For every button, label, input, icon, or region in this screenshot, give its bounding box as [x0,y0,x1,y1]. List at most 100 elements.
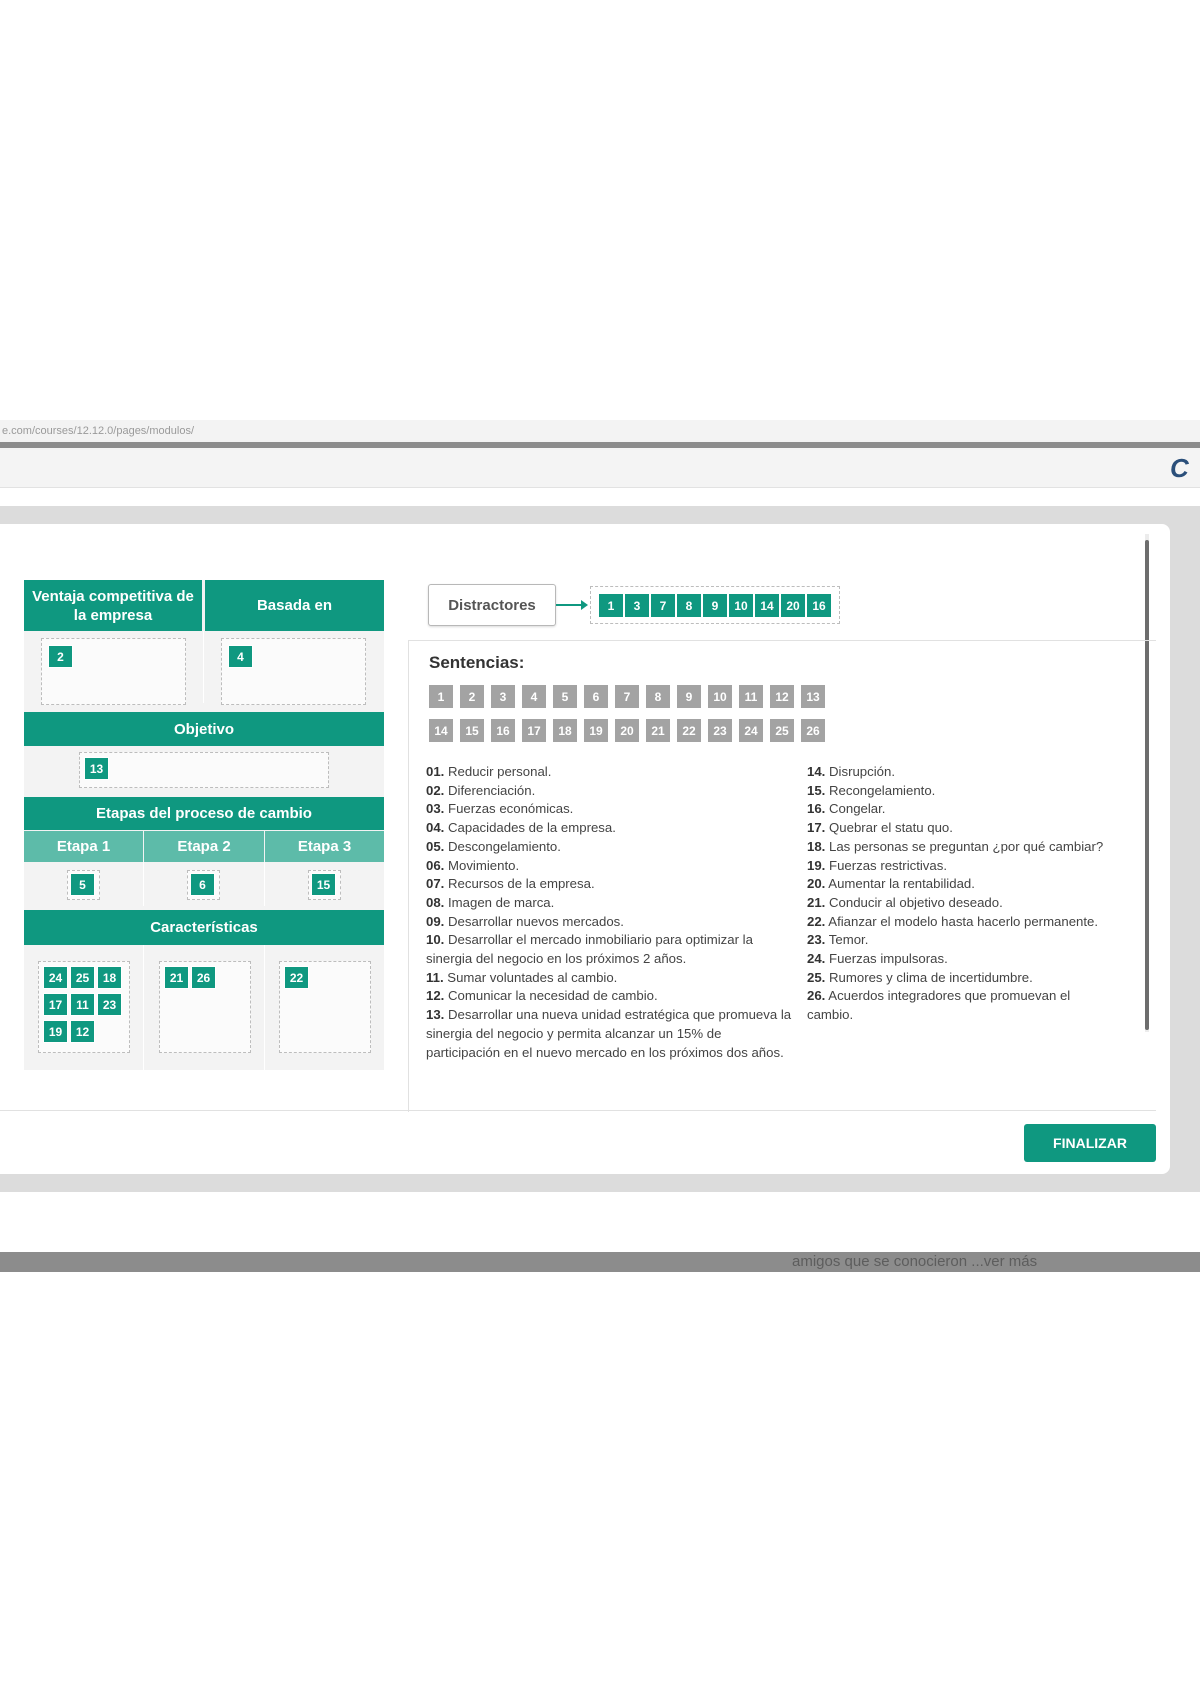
list-item: 15. Recongelamiento. [807,782,936,798]
distractor-chip[interactable]: 10 [729,594,753,617]
sentence-list-right: 14. Disrupción. 15. Recongelamiento. 16.… [807,763,1117,1025]
placed-chip[interactable]: 24 [43,966,68,989]
placed-chip[interactable]: 25 [70,966,95,989]
sentence-chip[interactable]: 14 [429,719,453,742]
sentence-chip[interactable]: 3 [491,685,515,708]
list-item: 25. Rumores y clima de incertidumbre. [807,969,1033,985]
sentence-chip[interactable]: 20 [615,719,639,742]
sentence-chip[interactable]: 6 [584,685,608,708]
sentence-chip[interactable]: 13 [801,685,825,708]
placed-chip[interactable]: 11 [70,993,95,1016]
list-item: 11. Sumar voluntades al cambio. [426,969,618,985]
dropzone-stage-3[interactable]: 15 [308,870,341,900]
column-separator [143,862,144,906]
distractor-chip[interactable]: 7 [651,594,675,617]
dropzone-based-on[interactable]: 4 [221,638,366,705]
background-page-strip: amigos que se conocieron ...ver más [0,1252,1200,1272]
sentence-chip[interactable]: 18 [553,719,577,742]
sentence-chip[interactable]: 24 [739,719,763,742]
placed-chip[interactable]: 22 [284,966,309,989]
sentence-chip[interactable]: 9 [677,685,701,708]
list-item: 26. Acuerdos integradores que promuevan … [807,988,1071,1023]
dropzone-stage-2[interactable]: 6 [187,870,220,900]
distractor-chip[interactable]: 3 [625,594,649,617]
list-item: 10. Desarrollar el mercado inmobiliario … [426,932,753,967]
header-objective: Objetivo [24,712,384,746]
dropzone-competitive-advantage[interactable]: 2 [41,638,186,705]
distractor-chip[interactable]: 16 [807,594,831,617]
list-item: 09. Desarrollar nuevos mercados. [426,913,624,929]
list-item: 07. Recursos de la empresa. [426,876,595,892]
placed-chip[interactable]: 6 [190,873,215,896]
distractor-chip[interactable]: 20 [781,594,805,617]
placed-chip[interactable]: 21 [164,966,189,989]
dropzone-stage-1[interactable]: 5 [67,870,100,900]
sentence-chip[interactable]: 21 [646,719,670,742]
sentence-chip[interactable]: 17 [522,719,546,742]
stage-3-label: Etapa 3 [265,831,384,862]
finish-button[interactable]: FINALIZAR [1024,1124,1156,1162]
sentence-chip[interactable]: 5 [553,685,577,708]
sentence-chip[interactable]: 22 [677,719,701,742]
placed-chip[interactable]: 2 [48,645,73,668]
list-item: 24. Fuerzas impulsoras. [807,951,948,967]
sentence-chip[interactable]: 1 [429,685,453,708]
placed-chip[interactable]: 18 [97,966,122,989]
distractor-chip[interactable]: 14 [755,594,779,617]
sentence-chip[interactable]: 15 [460,719,484,742]
sentences-title: Sentencias: [429,653,525,672]
list-item: 21. Conducir al objetivo deseado. [807,894,1003,910]
dropzone-distractors[interactable]: 1 3 7 8 9 10 14 20 16 [590,586,840,624]
dropzone-characteristics-1[interactable]: 24 25 18 17 11 23 19 12 [38,961,130,1053]
distractor-chip[interactable]: 8 [677,594,701,617]
list-item: 22. Afianzar el modelo hasta hacerlo per… [807,913,1099,929]
distractor-chip[interactable]: 1 [599,594,623,617]
divider [0,1110,1156,1111]
sentence-chip[interactable]: 16 [491,719,515,742]
list-item: 06. Movimiento. [426,857,520,873]
list-item: 03. Fuerzas económicas. [426,801,574,817]
list-item: 13. Desarrollar una nueva unidad estraté… [426,1007,792,1060]
list-item: 23. Temor. [807,932,869,948]
sentence-chip[interactable]: 2 [460,685,484,708]
column-separator [143,945,144,1070]
column-separator [264,945,265,1070]
stage-1-label: Etapa 1 [24,831,143,862]
list-item: 18. Las personas se preguntan ¿por qué c… [807,838,1104,854]
sentence-chip[interactable]: 19 [584,719,608,742]
placed-chip[interactable]: 26 [191,966,216,989]
list-item: 20. Aumentar la rentabilidad. [807,876,975,892]
sentence-chip[interactable]: 4 [522,685,546,708]
dropzone-objective[interactable]: 13 [79,752,329,788]
header-stages: Etapas del proceso de cambio [24,797,384,830]
placed-chip[interactable]: 4 [228,645,253,668]
sentence-chip[interactable]: 10 [708,685,732,708]
placed-chip[interactable]: 13 [84,757,109,780]
dropzone-characteristics-2[interactable]: 21 26 [159,961,251,1053]
arrow-right-icon [556,600,588,610]
list-item: 01. Reducir personal. [426,764,552,779]
dropzone-characteristics-3[interactable]: 22 [279,961,371,1053]
placed-chip[interactable]: 15 [311,873,336,896]
address-bar[interactable]: e.com/courses/12.12.0/pages/modulos/ [0,420,1200,442]
sentence-chip[interactable]: 25 [770,719,794,742]
placed-chip[interactable]: 17 [43,993,68,1016]
sentence-chip[interactable]: 23 [708,719,732,742]
placed-chip[interactable]: 19 [43,1020,68,1043]
distractor-chip[interactable]: 9 [703,594,727,617]
placed-chip[interactable]: 23 [97,993,122,1016]
sentence-chip[interactable]: 7 [615,685,639,708]
sentence-chip[interactable]: 12 [770,685,794,708]
list-item: 04. Capacidades de la empresa. [426,820,616,836]
activity-modal: Ventaja competitiva de la empresa Basada… [0,524,1170,1174]
sentence-chip[interactable]: 8 [646,685,670,708]
sentences-panel: Sentencias: 1 2 3 4 5 6 7 8 9 10 11 12 1… [408,640,1156,1112]
sentence-list-left: 01. Reducir personal. 02. Diferenciación… [426,763,794,1062]
sentence-chip[interactable]: 26 [801,719,825,742]
sentence-chip[interactable]: 11 [739,685,763,708]
placed-chip[interactable]: 12 [70,1020,95,1043]
page: e.com/courses/12.12.0/pages/modulos/ C V… [0,0,1200,1697]
brand-logo-icon: C [1170,454,1189,482]
placed-chip[interactable]: 5 [70,873,95,896]
list-item: 19. Fuerzas restrictivas. [807,857,947,873]
